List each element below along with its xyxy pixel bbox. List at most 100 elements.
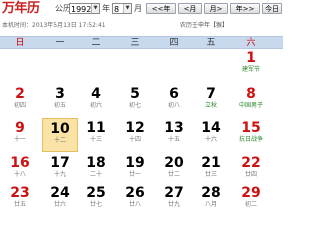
weekday-sat: 六 <box>246 38 256 48</box>
day-cell[interactable]: 17 十九 <box>42 155 78 179</box>
day-number: 22 <box>241 155 261 171</box>
day-number: 13 <box>164 120 184 136</box>
day-number: 7 <box>206 86 216 102</box>
weekday-thu: 四 <box>169 38 179 48</box>
year-label: 年 <box>102 4 110 13</box>
lunar-date: 廿九 <box>167 201 180 208</box>
lunar-date: 十八 <box>13 171 26 178</box>
day-cell[interactable]: 4 初六 <box>78 86 114 110</box>
day-cell[interactable]: 10 十二 <box>42 118 78 152</box>
day-number: 16 <box>10 155 30 171</box>
day-number: 9 <box>15 120 25 136</box>
day-number: 24 <box>50 185 70 201</box>
day-cell[interactable]: 5 初七 <box>117 86 153 110</box>
day-number: 11 <box>86 120 106 136</box>
day-cell[interactable]: 28 八月 <box>193 185 229 209</box>
lunar-date: 十二 <box>53 137 66 144</box>
weekday-sun: 日 <box>15 38 25 48</box>
day-number: 12 <box>125 120 145 136</box>
lunar-date: 初四 <box>13 102 26 109</box>
day-cell[interactable]: 19 廿一 <box>117 155 153 179</box>
day-cell[interactable]: 1 建军节 <box>233 50 269 74</box>
prev-year-button[interactable]: <<年 <box>146 3 176 14</box>
day-cell[interactable]: 14 十六 <box>193 120 229 144</box>
lunar-date: 十六 <box>204 136 217 143</box>
day-number: 27 <box>164 185 184 201</box>
day-number: 17 <box>50 155 70 171</box>
day-cell[interactable]: 6 初八 <box>156 86 192 110</box>
day-cell[interactable]: 23 廿五 <box>2 185 38 209</box>
weekday-wed: 三 <box>130 38 140 48</box>
day-cell[interactable]: 24 廿六 <box>42 185 78 209</box>
month-select-value: 8 <box>114 5 120 14</box>
month-select[interactable]: 8 ▼ <box>112 3 132 14</box>
weekday-fri: 五 <box>206 38 216 48</box>
day-number: 6 <box>169 86 179 102</box>
lunar-date: 十九 <box>53 171 66 178</box>
day-number: 4 <box>91 86 101 102</box>
lunar-date: 初八 <box>167 102 180 109</box>
day-cell[interactable]: 25 廿七 <box>78 185 114 209</box>
lunar-date: 初二 <box>244 201 257 208</box>
day-cell[interactable]: 16 十八 <box>2 155 38 179</box>
local-time: 本机时间：2013年5月13日 17:52:41 <box>2 22 106 29</box>
lunar-date: 十四 <box>128 136 141 143</box>
month-dropdown-icon: ▼ <box>123 4 131 13</box>
lunar-date: 初五 <box>53 102 66 109</box>
lunar-date: 廿七 <box>89 201 102 208</box>
day-number: 15 <box>241 120 261 136</box>
lunar-year: 农历壬申年【猴】 <box>180 22 229 29</box>
weekday-header: 日 一 二 三 四 五 六 <box>0 36 283 49</box>
lunar-date: 初七 <box>128 102 141 109</box>
day-cell[interactable]: 7 立秋 <box>193 86 229 110</box>
lunar-date: 立秋 <box>204 102 217 109</box>
day-cell[interactable]: 21 廿三 <box>193 155 229 179</box>
weekday-tue: 二 <box>91 38 101 48</box>
lunar-date: 廿六 <box>53 201 66 208</box>
calendar-widget: 万年历 公历 1992 ▼ 年 8 ▼ 月 <<年 <月 月> 年>> 今日 本… <box>0 0 283 231</box>
day-cell[interactable]: 29 初二 <box>233 185 269 209</box>
year-select-value: 1992 <box>71 5 92 14</box>
day-number: 26 <box>125 185 145 201</box>
day-cell[interactable]: 11 十三 <box>78 120 114 144</box>
lunar-date: 廿三 <box>204 171 217 178</box>
day-cell[interactable]: 9 十一 <box>2 120 38 144</box>
calendar-logo: 万年历 <box>2 1 40 16</box>
today-button[interactable]: 今日 <box>262 3 282 14</box>
day-cell[interactable]: 27 廿九 <box>156 185 192 209</box>
lunar-date: 十五 <box>167 136 180 143</box>
lunar-date: 十一 <box>13 136 26 143</box>
day-number: 3 <box>55 86 65 102</box>
toolbar: 万年历 公历 1992 ▼ 年 8 ▼ 月 <<年 <月 月> 年>> 今日 <box>0 1 283 19</box>
day-cell[interactable]: 13 十五 <box>156 120 192 144</box>
day-cell[interactable]: 26 廿八 <box>117 185 153 209</box>
lunar-date: 廿一 <box>128 171 141 178</box>
weekday-mon: 一 <box>55 38 65 48</box>
lunar-date: 抗日战争 <box>238 136 263 143</box>
day-number: 10 <box>50 121 70 137</box>
year-select[interactable]: 1992 ▼ <box>69 3 100 14</box>
lunar-date: 初六 <box>89 102 102 109</box>
day-cell[interactable]: 20 廿二 <box>156 155 192 179</box>
day-number: 18 <box>86 155 106 171</box>
lunar-date: 十三 <box>89 136 102 143</box>
day-number: 14 <box>201 120 221 136</box>
day-cell[interactable]: 18 二十 <box>78 155 114 179</box>
day-cell[interactable]: 3 初五 <box>42 86 78 110</box>
day-cell[interactable]: 15 抗日战争 <box>233 120 269 144</box>
day-cell[interactable]: 2 初四 <box>2 86 38 110</box>
prev-month-button[interactable]: <月 <box>178 3 202 14</box>
month-label: 月 <box>134 4 142 13</box>
day-number: 2 <box>15 86 25 102</box>
lunar-date: 建军节 <box>241 66 260 73</box>
day-cell[interactable]: 8 中国男子 <box>233 86 269 110</box>
day-cell[interactable]: 22 廿四 <box>233 155 269 179</box>
day-number: 29 <box>241 185 261 201</box>
day-cell[interactable]: 12 十四 <box>117 120 153 144</box>
next-year-button[interactable]: 年>> <box>230 3 260 14</box>
lunar-date: 廿二 <box>167 171 180 178</box>
day-number: 19 <box>125 155 145 171</box>
next-month-button[interactable]: 月> <box>204 3 228 14</box>
day-number: 5 <box>130 86 140 102</box>
day-number: 23 <box>10 185 30 201</box>
